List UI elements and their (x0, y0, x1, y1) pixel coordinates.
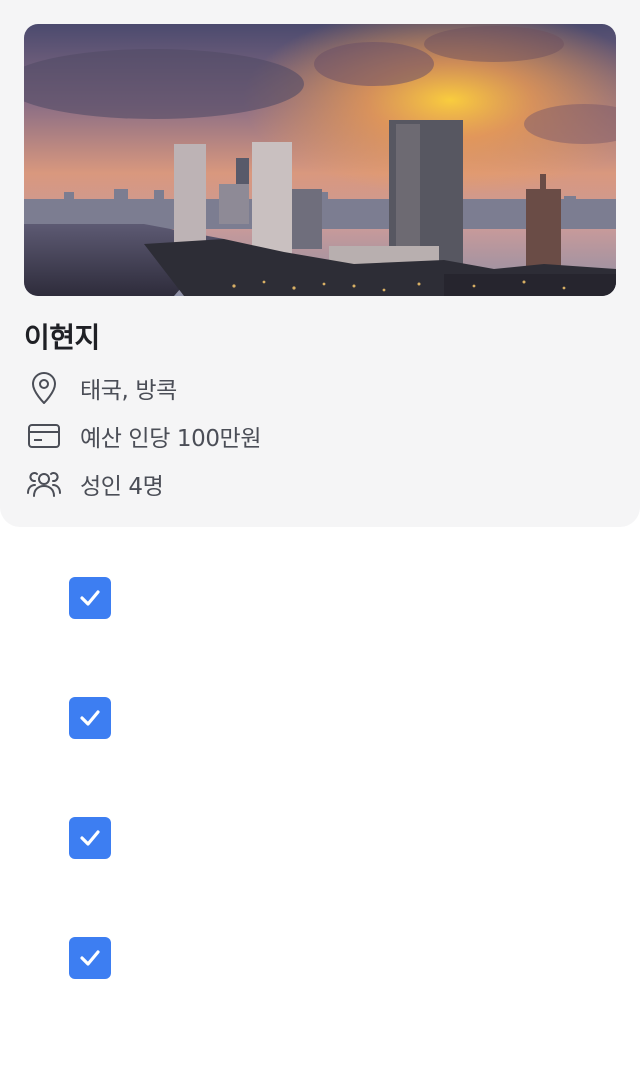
traveler-name: 이현지 (24, 321, 100, 354)
users-icon (24, 464, 64, 504)
trip-profile-card: 이현지 태국, 방콕 예산 인당 100만원 성인 4명 (0, 0, 640, 527)
city-skyline-photo (24, 24, 616, 296)
checklist-checkbox-1[interactable] (69, 577, 111, 619)
checkmark-icon (80, 590, 100, 606)
location-row: 태국, 방콕 (24, 368, 177, 408)
checkmark-icon (80, 950, 100, 966)
budget-text: 예산 인당 100만원 (80, 426, 262, 452)
map-pin-icon (24, 368, 64, 408)
checklist-checkbox-3[interactable] (69, 817, 111, 859)
people-text: 성인 4명 (80, 474, 164, 500)
location-text: 태국, 방콕 (80, 378, 177, 404)
checkmark-icon (80, 830, 100, 846)
checkmark-icon (80, 710, 100, 726)
checklist-checkbox-2[interactable] (69, 697, 111, 739)
checklist-checkbox-4[interactable] (69, 937, 111, 979)
budget-row: 예산 인당 100만원 (24, 416, 261, 456)
people-row: 성인 4명 (24, 464, 164, 504)
credit-card-icon (24, 416, 64, 456)
